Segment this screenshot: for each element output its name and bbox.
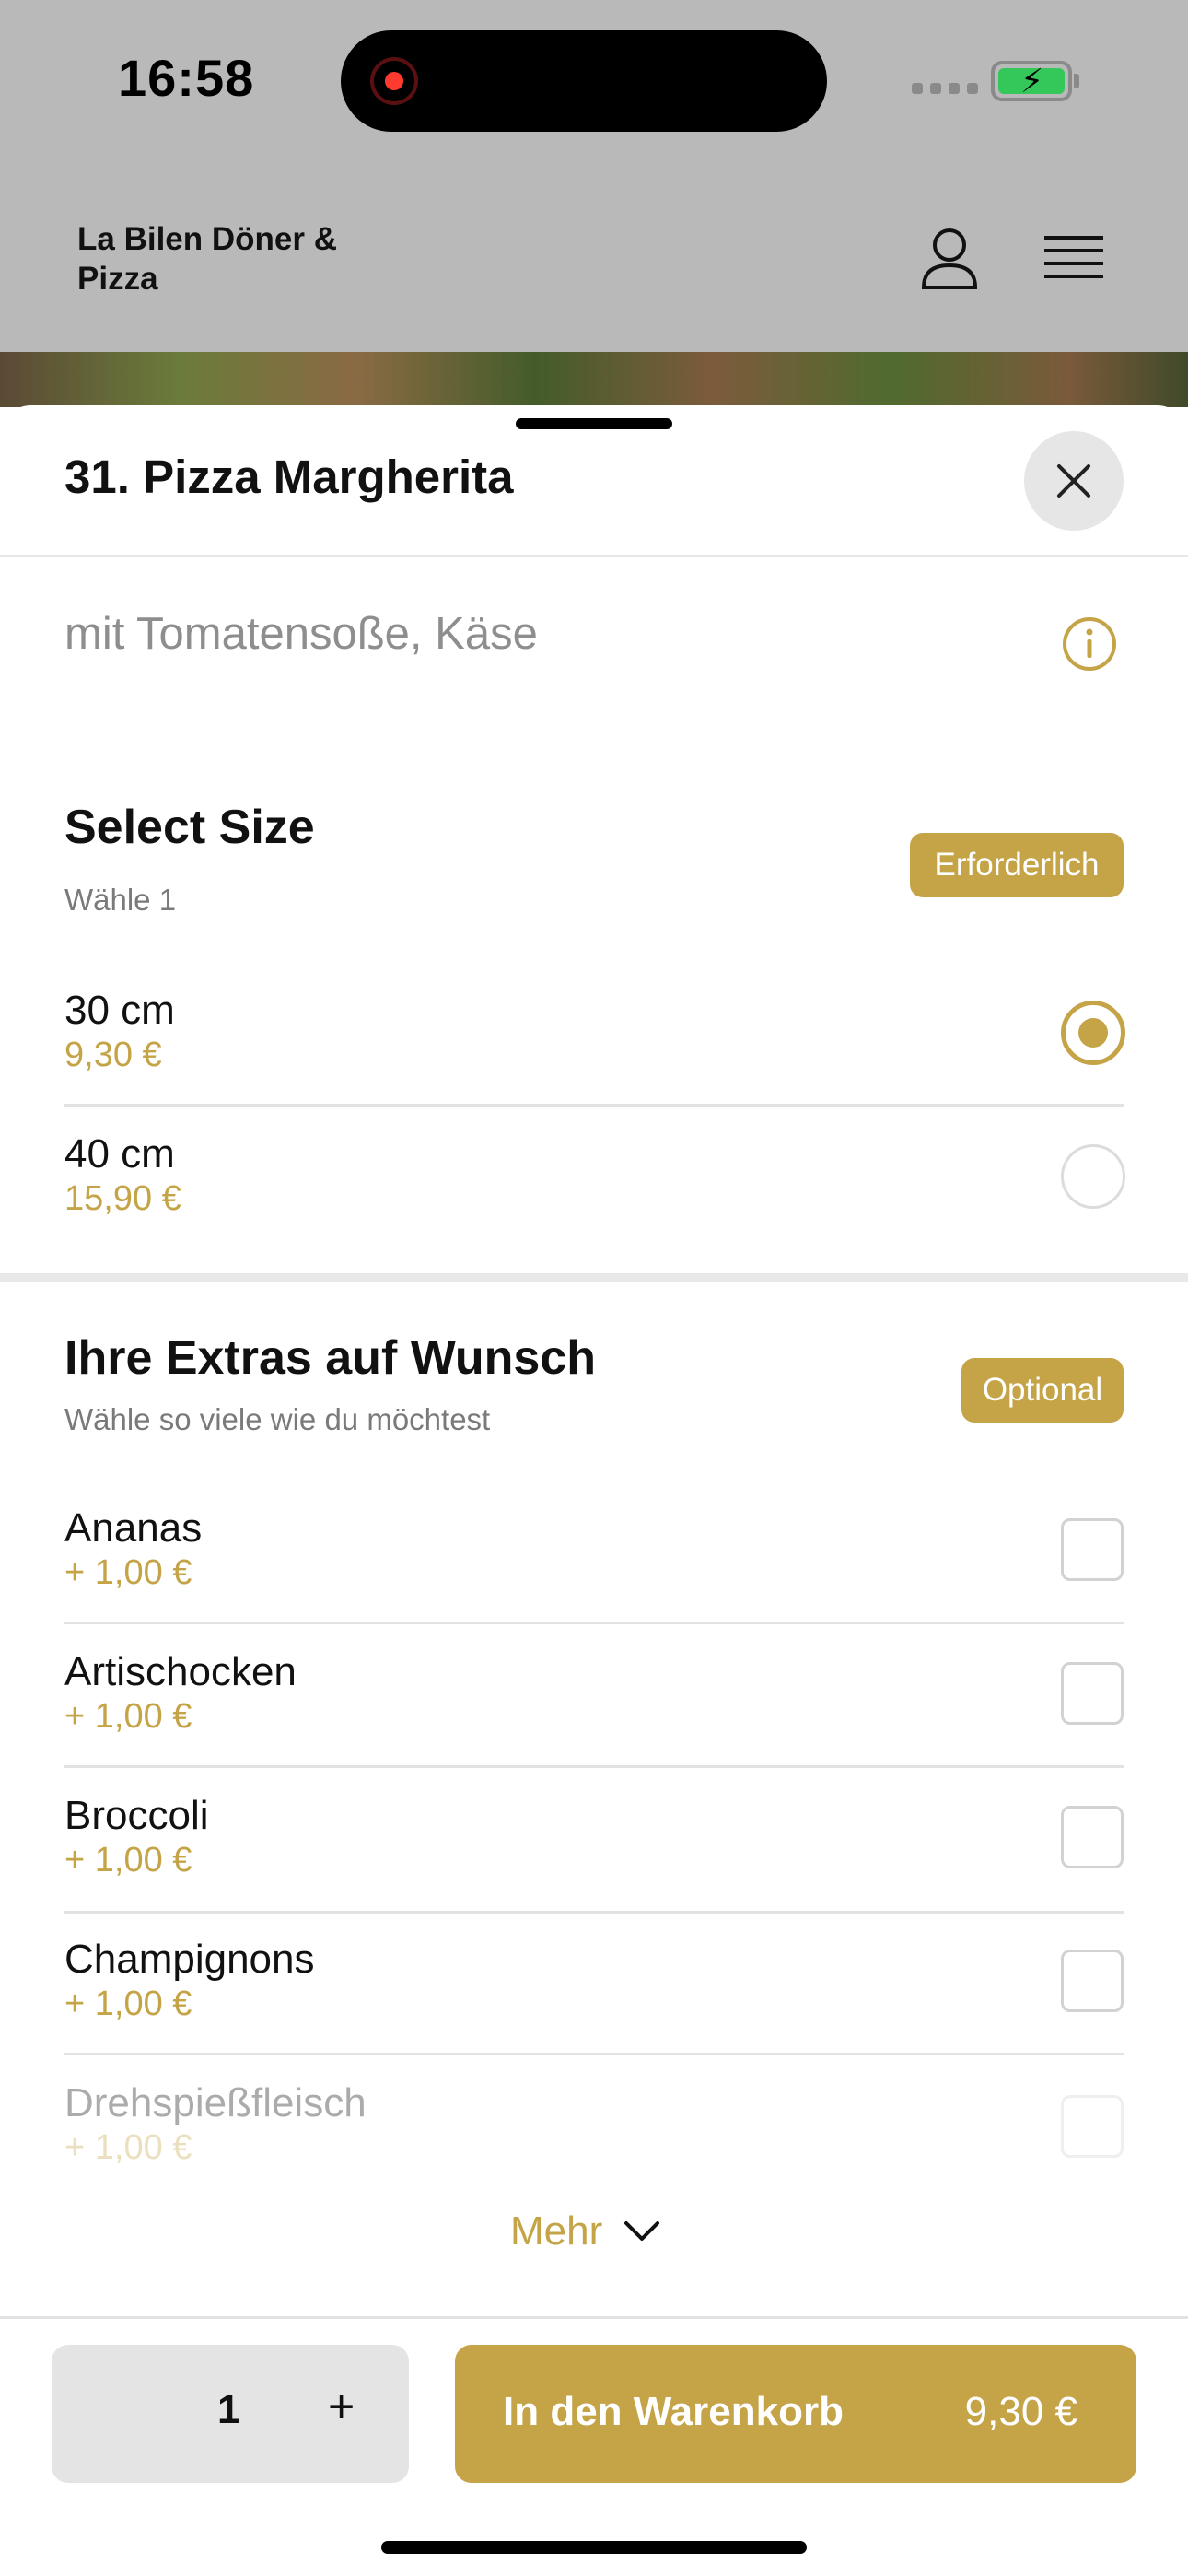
extra-item-name[interactable]: Ananas — [64, 1505, 202, 1551]
extra-item-price: + 1,00 € — [64, 2128, 192, 2167]
sheet-grabber[interactable] — [516, 418, 672, 429]
footer-divider — [0, 2316, 1188, 2319]
status-time: 16:58 — [118, 49, 255, 107]
optional-badge: Optional — [961, 1358, 1124, 1423]
extra-checkbox-ananas[interactable] — [1061, 1518, 1124, 1581]
required-badge: Erforderlich — [910, 833, 1124, 897]
row-divider — [64, 1104, 1124, 1107]
extras-section-subtitle: Wähle so viele wie du möchtest — [64, 1402, 491, 1436]
more-label: Mehr — [510, 2208, 603, 2254]
product-title: 31. Pizza Margherita — [64, 451, 514, 503]
extra-item-price: + 1,00 € — [64, 1553, 192, 1592]
row-divider — [64, 1765, 1124, 1768]
add-to-cart-button[interactable]: In den Warenkorb 9,30 € — [455, 2345, 1136, 2483]
home-indicator[interactable] — [381, 2541, 807, 2554]
header-divider — [0, 555, 1188, 557]
user-icon[interactable] — [921, 227, 978, 291]
size-radio-30cm[interactable] — [1061, 1001, 1125, 1065]
extra-item-name[interactable]: Champignons — [64, 1937, 315, 1983]
extras-section-title: Ihre Extras auf Wunsch — [64, 1331, 596, 1385]
size-option-name[interactable]: 40 cm — [64, 1131, 175, 1177]
row-divider — [64, 1622, 1124, 1624]
add-to-cart-label: In den Warenkorb — [503, 2389, 844, 2434]
battery-tip — [1074, 74, 1079, 88]
extra-item-price: + 1,00 € — [64, 1697, 192, 1736]
size-section-title: Select Size — [64, 801, 315, 854]
quantity-value: 1 — [217, 2387, 240, 2432]
recording-icon — [370, 57, 418, 105]
hero-image-strip — [0, 352, 1188, 407]
hamburger-menu-icon[interactable] — [1044, 232, 1103, 284]
more-button[interactable]: Mehr — [510, 2198, 685, 2265]
extra-item-price: + 1,00 € — [64, 1841, 192, 1879]
row-divider — [64, 2053, 1124, 2055]
close-icon — [1057, 464, 1090, 498]
extra-item-name[interactable]: Artischocken — [64, 1649, 297, 1695]
extra-checkbox-broccoli[interactable] — [1061, 1806, 1124, 1868]
plus-button[interactable]: + — [328, 2380, 355, 2433]
section-divider — [0, 1273, 1188, 1282]
product-description: mit Tomatensoße, Käse — [64, 609, 538, 659]
extra-item-name[interactable]: Broccoli — [64, 1793, 209, 1839]
size-radio-40cm[interactable] — [1061, 1144, 1125, 1209]
size-section-subtitle: Wähle 1 — [64, 883, 177, 917]
size-option-price: 15,90 € — [64, 1179, 181, 1218]
battery-icon: ⚡ — [991, 61, 1072, 101]
chevron-down-icon — [624, 2221, 660, 2241]
restaurant-name[interactable]: La Bilen Döner & Pizza — [77, 219, 409, 299]
row-divider — [64, 1911, 1124, 1914]
extra-checkbox-drehspiessfleisch[interactable] — [1061, 2095, 1124, 2158]
size-option-price: 9,30 € — [64, 1036, 162, 1074]
extra-item-name[interactable]: Drehspießfleisch — [64, 2080, 367, 2126]
background-page: 16:58 ⚡ La Bilen Döner & Pizza — [0, 0, 1188, 405]
extra-item-price: + 1,00 € — [64, 1985, 192, 2023]
close-button[interactable] — [1024, 431, 1124, 531]
cart-total-price: 9,30 € — [964, 2389, 1077, 2434]
signal-icon — [912, 83, 978, 94]
quantity-stepper: 1 + — [52, 2345, 409, 2483]
size-option-name[interactable]: 30 cm — [64, 988, 175, 1034]
extra-checkbox-artischocken[interactable] — [1061, 1662, 1124, 1725]
info-icon[interactable] — [1061, 615, 1118, 673]
extra-checkbox-champignons[interactable] — [1061, 1950, 1124, 2012]
